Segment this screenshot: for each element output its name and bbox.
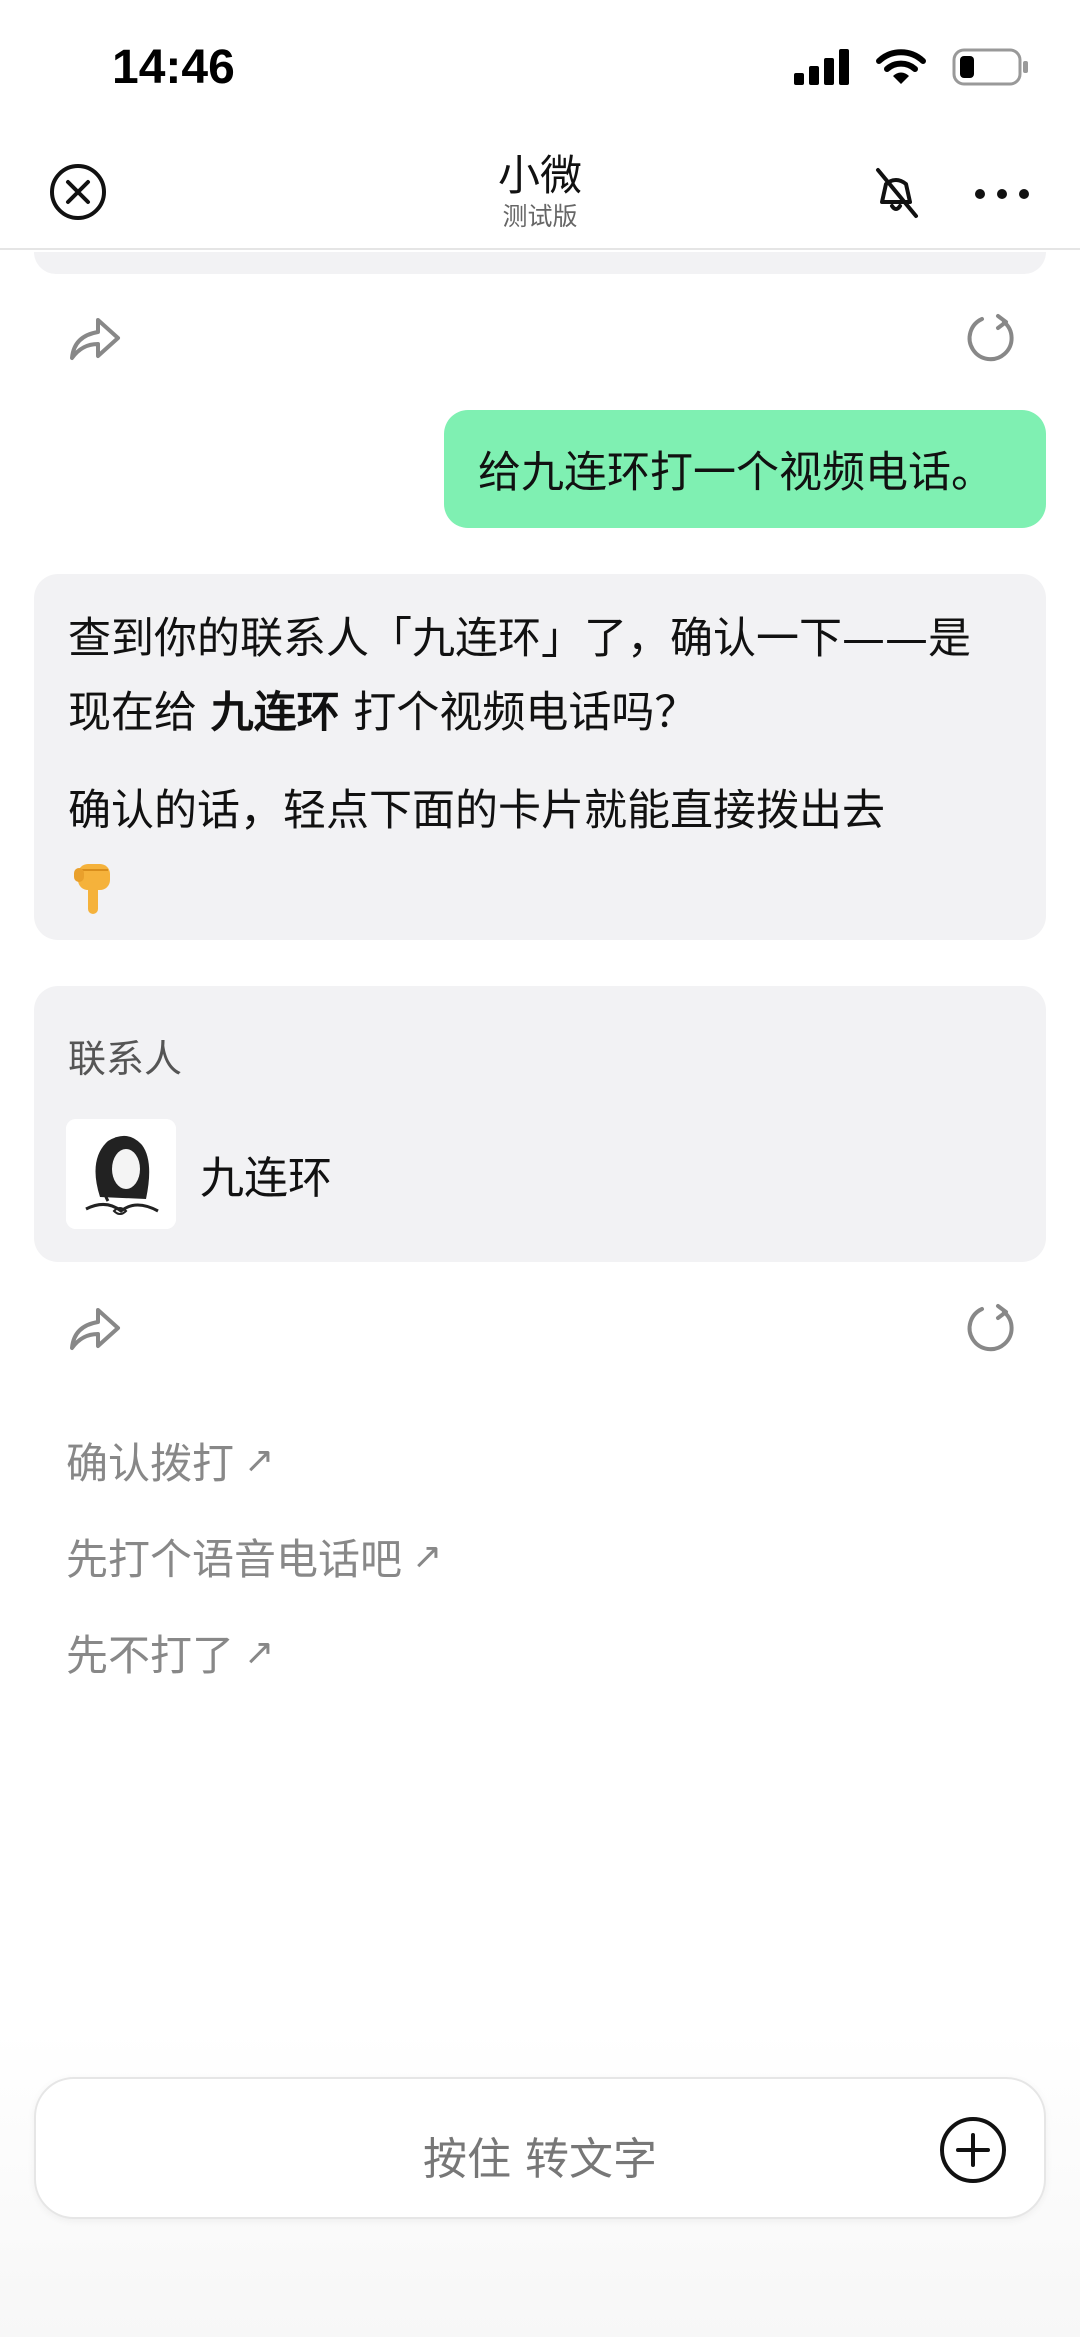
share-icon[interactable] [64, 1300, 124, 1356]
user-message-text: 给九连环打一个视频电话。 [478, 448, 994, 498]
bot-reply-paragraph-1: 查到你的联系人「九连环」了，确认一下——是现在给 九连环 打个视频电话吗？ [68, 602, 1012, 750]
arrow-up-right-icon: ↗ [412, 1535, 443, 1577]
user-message-bubble: 给九连环打一个视频电话。 [444, 410, 1046, 528]
wifi-icon [876, 49, 926, 84]
bot-reply-paragraph-2: 确认的话，轻点下面的卡片就能直接拨出去 [68, 774, 1012, 922]
hold-to-talk-input[interactable]: 按住 转文字 [34, 2077, 1046, 2219]
avatar-illustration [66, 1119, 176, 1229]
bot-reply-contact-name: 九连环 [210, 688, 340, 738]
more-icon[interactable] [972, 174, 1032, 214]
suggestion-voice-call[interactable]: 先打个语音电话吧 ↗ [66, 1508, 442, 1604]
arrow-up-right-icon: ↗ [244, 1631, 275, 1673]
suggestion-list: 确认拨打 ↗ 先打个语音电话吧 ↗ 先不打了 ↗ [66, 1412, 442, 1700]
refresh-icon[interactable] [962, 310, 1020, 368]
status-icons [794, 48, 1030, 86]
plus-icon[interactable] [938, 2115, 1008, 2185]
status-bar: 14:46 [0, 0, 1080, 140]
suggestion-cancel-call[interactable]: 先不打了 ↗ [66, 1604, 442, 1700]
suggestion-label: 确认拨打 [66, 1438, 235, 1488]
bot-reply-text-2: 打个视频电话吗？ [339, 688, 698, 738]
contact-avatar [66, 1119, 176, 1229]
arrow-up-right-icon: ↗ [244, 1439, 275, 1481]
chat-screen: 14:46 小微 测试版 给九连环打一个视频电话。 查到你的联系人「九连环」了，… [0, 0, 1080, 2337]
hold-to-talk-hint: 按住 转文字 [423, 2134, 657, 2185]
contact-name: 九连环 [200, 1153, 332, 1204]
status-time: 14:46 [112, 41, 235, 94]
suggestion-confirm-call[interactable]: 确认拨打 ↗ [66, 1412, 442, 1508]
bot-message-bubble: 查到你的联系人「九连环」了，确认一下——是现在给 九连环 打个视频电话吗？ 确认… [34, 574, 1046, 940]
previous-message-bubble [34, 252, 1046, 274]
battery-icon [952, 48, 1028, 86]
message-actions [0, 302, 1080, 372]
share-icon[interactable] [64, 310, 124, 366]
suggestion-label: 先打个语音电话吧 [66, 1534, 403, 1584]
bot-reply-text-3: 确认的话，轻点下面的卡片就能直接拨出去 [68, 786, 885, 836]
suggestion-label: 先不打了 [66, 1630, 235, 1680]
mute-icon[interactable] [866, 162, 926, 222]
cellular-signal-icon [794, 49, 849, 85]
contact-card-header: 联系人 [68, 1037, 183, 1081]
message-actions [0, 1292, 1080, 1362]
nav-bar: 小微 测试版 [0, 140, 1080, 250]
refresh-icon[interactable] [962, 1300, 1020, 1358]
contact-card[interactable]: 联系人 九连环 [34, 986, 1046, 1262]
pointing-down-emoji [74, 863, 110, 914]
contact-item[interactable]: 九连环 [66, 1118, 332, 1230]
